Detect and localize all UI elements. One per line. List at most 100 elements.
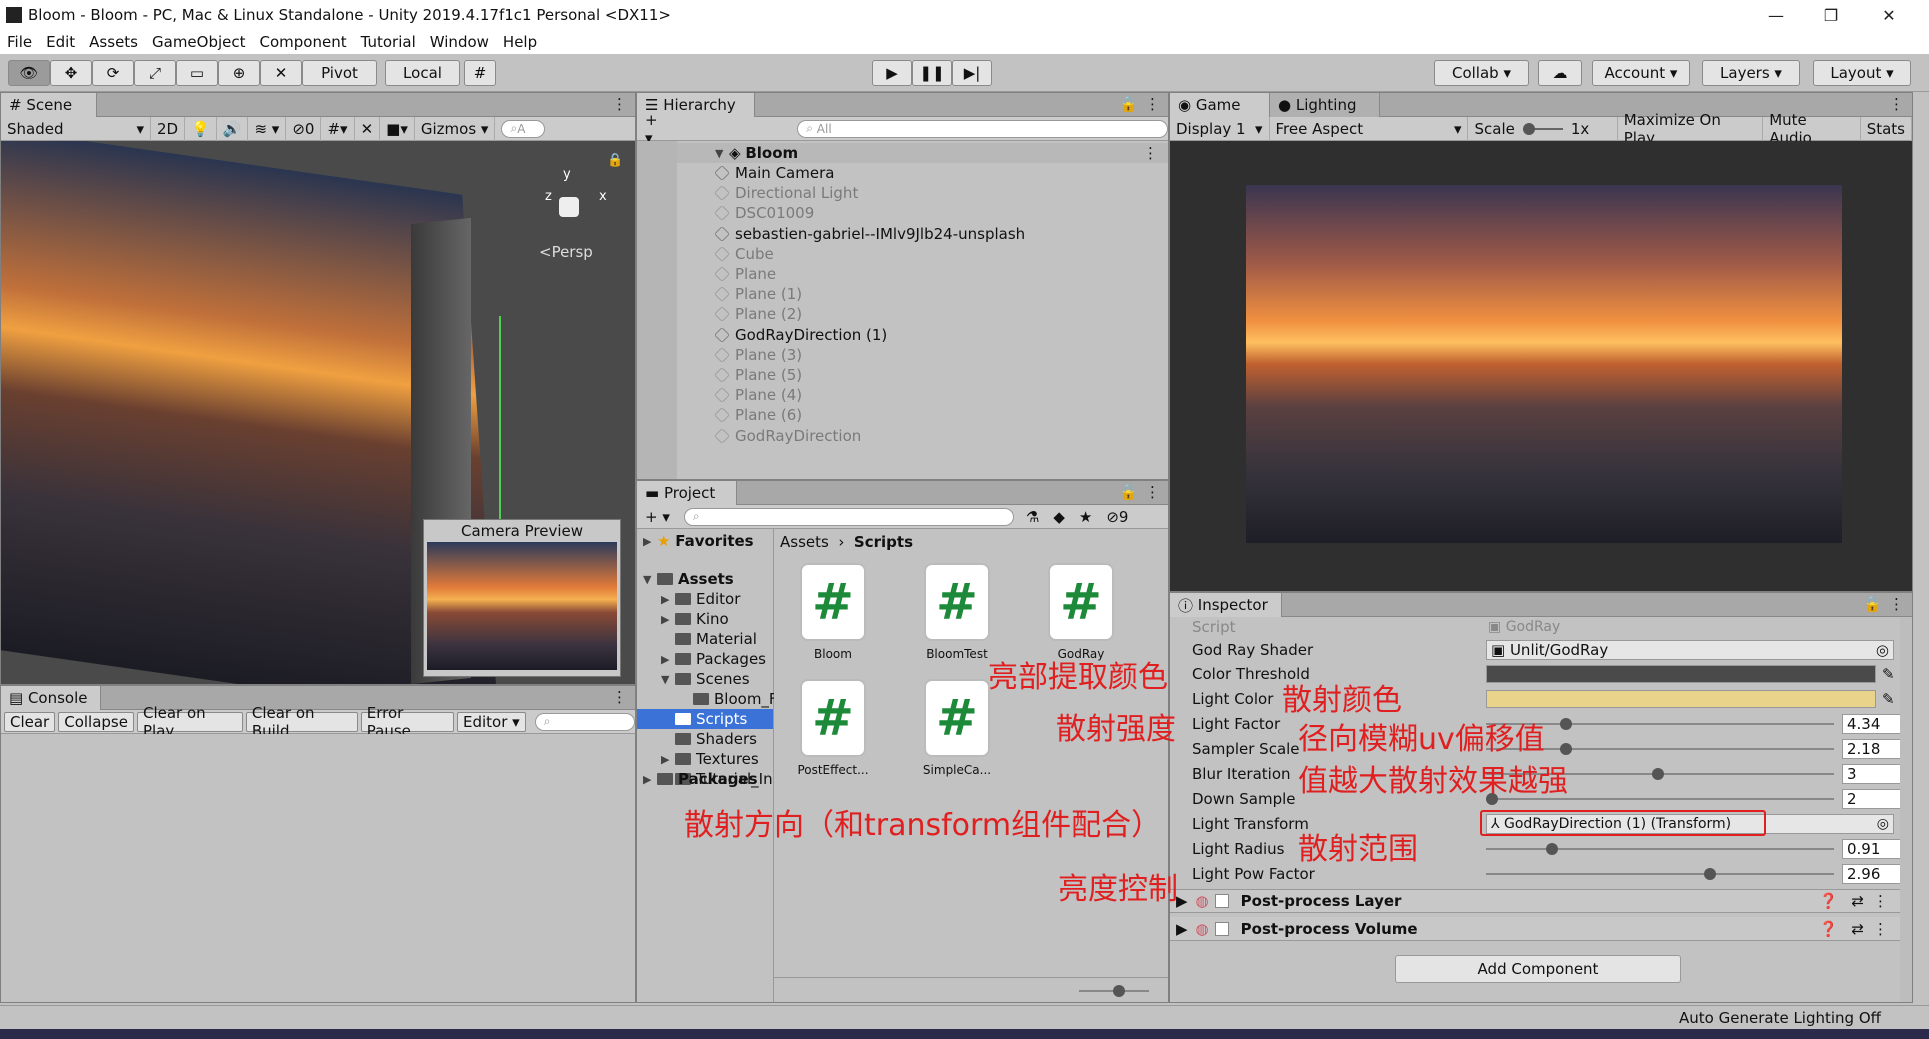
object-picker-icon[interactable]: ◎ <box>1877 816 1889 832</box>
scale-control[interactable]: Scale 1x <box>1468 116 1618 141</box>
inspector-scrollbar[interactable] <box>1900 617 1912 1002</box>
hidden-objects-toggle[interactable]: ⊘ 0 <box>286 116 322 141</box>
hierarchy-item[interactable]: DSC01009 <box>714 203 814 223</box>
eyedropper-icon[interactable]: ✎ <box>1882 690 1895 708</box>
asset-bloomtest[interactable]: # BloomTest <box>902 563 1012 661</box>
color-threshold-swatch[interactable] <box>1486 665 1876 683</box>
panel-menu-icon[interactable]: ⋮ <box>612 95 627 113</box>
tree-assets[interactable]: ▼ Assets <box>643 569 734 589</box>
layout-dropdown[interactable]: Layout ▾ <box>1813 60 1911 86</box>
play-button[interactable]: ▶ <box>872 60 912 86</box>
camera-dropdown[interactable]: ■▾ <box>380 116 415 141</box>
menu-assets[interactable]: Assets <box>82 33 145 51</box>
pivot-button[interactable]: Pivot <box>302 60 377 86</box>
hierarchy-item[interactable]: Cube <box>714 244 774 264</box>
hierarchy-item[interactable]: Plane (4) <box>714 385 802 405</box>
down-sample-input[interactable]: 2 <box>1842 789 1902 809</box>
tab-inspector[interactable]: ⓘ Inspector <box>1170 593 1282 617</box>
component-menu-icon[interactable]: ⋮ <box>1873 892 1888 910</box>
transform-tool-button[interactable]: ⊕ <box>218 60 260 86</box>
console-clear-on-play-button[interactable]: Clear on Play <box>136 704 243 740</box>
hierarchy-item[interactable]: GodRayDirection (1) <box>714 325 887 345</box>
display-dropdown[interactable]: Display 1 ▾ <box>1170 116 1270 141</box>
light-factor-input[interactable]: 4.34 <box>1842 714 1902 734</box>
local-button[interactable]: Local <box>385 60 460 86</box>
game-viewport[interactable] <box>1170 141 1912 591</box>
breadcrumb-scripts[interactable]: Scripts <box>854 533 913 551</box>
tab-scene[interactable]: # Scene <box>1 93 97 117</box>
star-icon[interactable]: ★ <box>1079 508 1092 526</box>
view-tool-button[interactable]: 👁 <box>8 60 50 86</box>
menu-component[interactable]: Component <box>253 33 354 51</box>
eye-slash-icon[interactable]: ⊘ <box>1106 508 1119 526</box>
maximize-on-play-toggle[interactable]: Maximize On Play <box>1618 111 1764 147</box>
gizmos-dropdown[interactable]: Gizmos ▾ <box>415 116 496 141</box>
pause-button[interactable]: ❚❚ <box>912 60 952 86</box>
panel-menu-icon[interactable]: ⋮ <box>1145 95 1160 113</box>
tools-toggle[interactable]: ✕ <box>355 116 381 141</box>
blur-iteration-input[interactable]: 3 <box>1842 764 1902 784</box>
account-dropdown[interactable]: Account ▾ <box>1592 60 1690 86</box>
light-color-swatch[interactable] <box>1486 690 1876 708</box>
console-clear-on-build-button[interactable]: Clear on Build <box>245 704 358 740</box>
tree-item[interactable]: ▶ Editor <box>661 589 740 609</box>
label-icon[interactable]: ◆ <box>1053 508 1065 526</box>
orientation-gizmo[interactable]: y x z <box>533 167 607 247</box>
menu-edit[interactable]: Edit <box>39 33 82 51</box>
lighting-toggle[interactable]: 💡 <box>185 116 217 141</box>
tree-item[interactable]: ▶ Packages <box>661 649 766 669</box>
audio-toggle[interactable]: 🔊 <box>217 116 249 141</box>
slider-knob[interactable] <box>1704 868 1716 880</box>
console-clear-button[interactable]: Clear <box>4 711 56 732</box>
project-search-input[interactable]: ⌕ <box>683 507 1014 526</box>
minimize-button[interactable]: — <box>1748 0 1804 30</box>
tree-item[interactable]: ▶ Kino <box>661 609 729 629</box>
add-component-button[interactable]: Add Component <box>1395 955 1681 983</box>
scale-tool-button[interactable]: ⤢ <box>134 60 176 86</box>
console-collapse-button[interactable]: Collapse <box>58 711 134 732</box>
grid-snap-button[interactable]: # <box>464 60 496 86</box>
asset-posteffect[interactable]: # PostEffect... <box>778 679 888 777</box>
menu-tutorial[interactable]: Tutorial <box>354 33 423 51</box>
panel-menu-icon[interactable]: ⋮ <box>1889 595 1904 613</box>
slider-knob[interactable] <box>1113 985 1125 997</box>
rect-tool-button[interactable]: ▭ <box>176 60 218 86</box>
slider-knob[interactable] <box>1522 122 1535 135</box>
grid-dropdown[interactable]: #▾ <box>321 116 355 141</box>
tree-item[interactable]: Scripts <box>637 709 773 729</box>
tab-game[interactable]: ◉ Game <box>1170 93 1270 117</box>
2d-toggle[interactable]: 2D <box>151 116 186 141</box>
menu-gameobject[interactable]: GameObject <box>145 33 253 51</box>
hierarchy-item[interactable]: Directional Light <box>714 183 858 203</box>
custom-tool-button[interactable]: ✕ <box>260 60 302 86</box>
scene-root-row[interactable]: ▼ ◈ Bloom ⋮ <box>677 143 1168 163</box>
step-button[interactable]: ▶| <box>952 60 992 86</box>
hierarchy-item[interactable]: sebastien-gabriel--IMlv9Jlb24-unsplash <box>714 224 1025 244</box>
tree-packages[interactable]: ▶ Packages <box>643 769 758 789</box>
console-search-input[interactable]: ⌕ <box>534 712 635 731</box>
cloud-button[interactable]: ☁ <box>1538 60 1582 86</box>
slider-knob[interactable] <box>1652 768 1664 780</box>
tab-console[interactable]: ▤ Console <box>1 686 101 710</box>
help-icon[interactable]: ❓ <box>1819 892 1838 910</box>
hierarchy-item[interactable]: Main Camera <box>714 163 834 183</box>
breadcrumb-assets[interactable]: Assets <box>780 533 829 551</box>
shader-object-field[interactable]: ▣ Unlit/GodRay ◎ <box>1486 640 1894 660</box>
enable-checkbox[interactable] <box>1214 921 1229 936</box>
close-button[interactable]: ✕ <box>1861 0 1917 30</box>
panel-menu-icon[interactable]: ⋮ <box>612 688 627 706</box>
tree-item[interactable]: ▼ Scenes <box>661 669 750 689</box>
light-radius-slider[interactable] <box>1486 843 1834 855</box>
menu-window[interactable]: Window <box>423 33 496 51</box>
slider-knob[interactable] <box>1560 743 1572 755</box>
stats-toggle[interactable]: Stats <box>1861 116 1912 141</box>
component-menu-icon[interactable]: ⋮ <box>1873 920 1888 938</box>
console-log-area[interactable] <box>1 734 635 1002</box>
eyedropper-icon[interactable]: ✎ <box>1882 665 1895 683</box>
component-post-process-volume[interactable]: ▶ ◍ Post-process Volume ❓ ⇄ ⋮ <box>1170 917 1900 941</box>
light-pow-slider[interactable] <box>1486 868 1834 880</box>
hierarchy-item[interactable]: Plane <box>714 264 776 284</box>
mute-audio-toggle[interactable]: Mute Audio <box>1763 111 1861 147</box>
console-editor-dropdown[interactable]: Editor ▾ <box>456 711 526 732</box>
enable-checkbox[interactable] <box>1214 894 1229 908</box>
